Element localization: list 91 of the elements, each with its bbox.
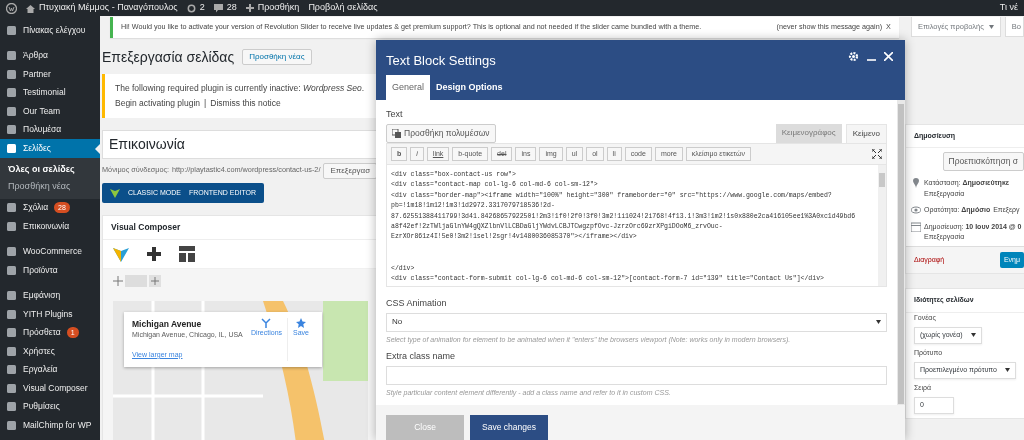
text-field[interactable] (386, 365, 887, 385)
directions-icon (261, 317, 272, 328)
menu-icon (6, 246, 17, 258)
plugin-link[interactable]: Wordpress Seo (303, 82, 362, 93)
sidebar-item[interactable]: Προϊόντα (0, 261, 100, 280)
scrollbar[interactable] (878, 165, 886, 286)
sidebar-item[interactable]: Partner (0, 65, 100, 84)
comments-count[interactable]: 28 (226, 1, 237, 15)
menu-icon (6, 364, 17, 376)
move-icon[interactable] (113, 275, 123, 286)
sidebar-item[interactable]: Πολυμέσα (0, 120, 100, 139)
settings-icon[interactable] (848, 51, 859, 62)
scrollbar[interactable] (897, 100, 905, 405)
menu-icon (6, 220, 17, 232)
comment-icon (213, 3, 223, 13)
sidebar-item[interactable]: Άρθρα (0, 46, 100, 65)
page-title: Επεξεργασία σελίδας (102, 47, 235, 67)
place-name: Michigan Avenue (132, 317, 203, 331)
sidebar-item[interactable]: Εμφάνιση (0, 286, 100, 305)
editor-tab[interactable]: Κείμενο (845, 123, 887, 143)
column-handle[interactable] (125, 274, 147, 287)
updates-count[interactable]: 2 (199, 1, 205, 15)
field-label: Extra class name (386, 350, 457, 363)
sidebar-item[interactable]: MailChimp for WP (0, 416, 100, 435)
wp-logo-icon[interactable] (6, 2, 17, 14)
sidebar-item[interactable]: Σελίδες (0, 139, 100, 158)
menu-icon (6, 87, 17, 99)
menu-icon (6, 202, 17, 214)
sidebar-item[interactable]: Our Team (0, 102, 100, 121)
sidebar-item[interactable]: YITH Plugins (0, 305, 100, 324)
logo-icon[interactable] (113, 245, 129, 262)
submenu-item[interactable]: Όλες οι σελίδες (0, 160, 100, 178)
logo-icon (110, 187, 120, 198)
menu-icon (6, 401, 17, 413)
menu-icon (6, 382, 17, 394)
editor-tab[interactable]: Κειμενογράφος (775, 123, 842, 143)
view-page-link[interactable]: Προβολή σελίδας (308, 1, 378, 15)
pin-icon (911, 178, 921, 189)
dialog-tab[interactable]: General (386, 74, 431, 100)
sidebar-item[interactable]: Εργαλεία (0, 360, 100, 379)
new-link[interactable]: Προσθήκη (257, 1, 300, 15)
dialog-title: Text Block Settings (386, 52, 496, 70)
media-icon (392, 128, 401, 138)
menu-icon (6, 105, 17, 117)
plus-icon (245, 4, 254, 12)
field-label: Text (386, 108, 404, 121)
refresh-icon (186, 3, 196, 13)
menu-icon (6, 345, 17, 357)
sidebar-item[interactable]: Χρήστες (0, 342, 100, 361)
caret-icon (1004, 368, 1010, 373)
site-title-link[interactable]: Πτυχιακή Μέμμος - Παναγόπουλος (39, 1, 178, 15)
menu-icon (6, 124, 17, 136)
menu-icon (6, 419, 17, 431)
sidebar-item[interactable]: Testimonial (0, 83, 100, 102)
sidebar-item[interactable]: Ρυθμίσεις (0, 397, 100, 416)
dialog-button[interactable]: Save changes (470, 415, 548, 440)
home-icon (26, 3, 35, 13)
caret-icon (876, 320, 881, 324)
activate-link[interactable]: Begin activating plugin (115, 95, 201, 111)
sidebar-item[interactable]: Visual Composer (0, 379, 100, 398)
dialog-tab[interactable]: Design Options (430, 74, 509, 100)
plus-icon[interactable] (147, 246, 161, 261)
menu-icon (6, 24, 17, 36)
sidebar-item[interactable]: Πίνακας ελέγχου (0, 21, 100, 40)
preview-button[interactable]: Προεπισκόπηση σ (942, 152, 1024, 172)
menu-icon (6, 68, 17, 80)
sidebar-item[interactable]: Επικοινωνία (0, 217, 100, 236)
close-icon[interactable] (884, 52, 893, 61)
separator: | (204, 96, 207, 110)
fullscreen-icon[interactable] (872, 148, 882, 159)
menu-icon (6, 308, 17, 320)
menu-icon (6, 264, 17, 276)
caret-icon (988, 24, 994, 29)
eye-icon (911, 205, 921, 216)
select-field[interactable]: No (386, 312, 887, 332)
calendar-icon (911, 221, 921, 232)
dismiss-notice-link[interactable]: Dismiss this notice (210, 95, 281, 111)
menu-icon (6, 290, 17, 302)
add-media-button[interactable]: Προσθήκη πολυμέσων (386, 123, 496, 143)
sidebar-item[interactable]: WooCommerce (0, 242, 100, 261)
field-label: CSS Animation (386, 297, 448, 310)
add-new-button[interactable]: Προσθήκη νέας (242, 49, 312, 66)
edit-permalink-button[interactable]: Επεξεργασ (323, 162, 378, 179)
star-icon (296, 317, 306, 328)
menu-icon (6, 142, 17, 154)
menu-icon (6, 327, 17, 339)
submenu-item[interactable]: Προσθήκη νέας (0, 178, 100, 196)
whats-new-link[interactable]: Τι νέ (999, 1, 1018, 15)
layout-icon[interactable] (179, 245, 195, 262)
caret-icon (970, 333, 976, 338)
menu-icon (6, 50, 17, 62)
